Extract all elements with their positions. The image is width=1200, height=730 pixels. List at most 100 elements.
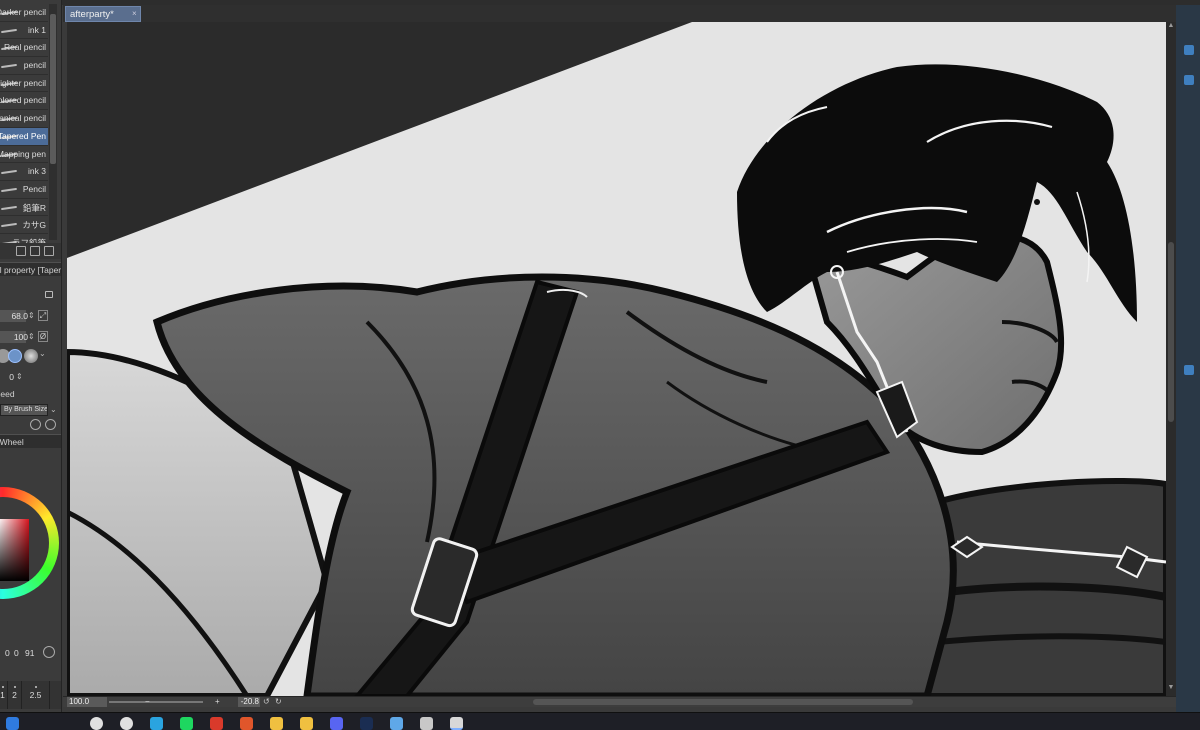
brightness-value: 91 [25, 648, 35, 658]
stabilization-stepper-icon[interactable]: ⇕ [16, 372, 23, 381]
brush-item-label: Pencil [22, 183, 46, 194]
opacity-pressure-icon[interactable]: Ø [38, 331, 48, 342]
chevron-down-icon[interactable]: ⌄ [50, 405, 57, 414]
size-preset[interactable]: 2.5 [22, 681, 50, 709]
antialias-weak-icon[interactable] [8, 349, 22, 363]
brush-list: Darker pencil ink 1 Real pencil pencil Light… [0, 4, 48, 252]
brush-item-label: ink 3 [28, 166, 46, 177]
close-icon[interactable]: × [132, 9, 137, 18]
tab-title: afterparty* [70, 9, 114, 20]
brush-item[interactable]: pencil [0, 57, 48, 75]
app-gray-icon[interactable] [420, 717, 433, 730]
brush-stroke-preview-icon [0, 170, 18, 175]
chrome-icon[interactable] [120, 717, 133, 730]
opacity-value[interactable]: 100 [6, 332, 28, 342]
app-orange-icon[interactable] [240, 717, 253, 730]
brush-item[interactable]: 鉛筆R [0, 199, 48, 217]
zoom-out-button[interactable]: − [145, 697, 150, 706]
brush-list-scrollbar[interactable] [49, 4, 57, 240]
photoshop-icon[interactable] [360, 717, 373, 730]
discord-icon[interactable] [330, 717, 343, 730]
folder-icon[interactable] [270, 717, 283, 730]
windows-icon[interactable] [6, 717, 19, 730]
brush-item[interactable]: Darker pencil [0, 4, 48, 22]
brush-item[interactable]: ink 3 [0, 163, 48, 181]
brush-size-value[interactable]: 68.0 [6, 311, 28, 321]
brush-item[interactable]: mechanical pencil [0, 110, 48, 128]
tab-afterparty[interactable]: afterparty* × [65, 6, 141, 22]
brush-item[interactable]: Real pencil [0, 39, 48, 58]
clip-studio-icon[interactable] [450, 717, 463, 730]
spotify-icon[interactable] [180, 717, 193, 730]
size-preset[interactable]: 1 [0, 681, 8, 709]
telegram-icon[interactable] [150, 717, 163, 730]
pressure-toggle-icon[interactable]: ⤢ [38, 310, 48, 321]
rotate-right-icon[interactable]: ↻ [275, 697, 282, 706]
clip-studio-window: Darker pencil ink 1 Real pencil pencil Light… [0, 0, 1200, 730]
speed-select[interactable]: By Brush Size [0, 404, 48, 416]
panel-icon[interactable] [1184, 75, 1194, 85]
opacity-row[interactable]: 100 ⇕ Ø [0, 328, 61, 346]
rotation-field[interactable]: -20.8 [238, 697, 260, 707]
stabilization-value[interactable]: 0 [0, 372, 14, 382]
files-icon[interactable] [300, 717, 313, 730]
settings-icon[interactable] [30, 419, 41, 430]
hsv-values: 0 0 91 [0, 646, 61, 660]
pen-icon[interactable] [390, 717, 403, 730]
add-brush-icon[interactable] [16, 246, 26, 256]
brush-size-stepper-icon[interactable]: ⇕ [28, 311, 35, 320]
delete-brush-icon[interactable] [44, 246, 54, 256]
scroll-down-icon[interactable]: ▼ [1166, 684, 1176, 691]
brush-item-label: Lighter pencil [0, 77, 46, 88]
left-panel: Darker pencil ink 1 Real pencil pencil Light… [0, 0, 62, 712]
brush-item-label: カサG [22, 220, 46, 231]
brush-item[interactable]: Tapered Pen [0, 127, 48, 146]
windows-taskbar [0, 712, 1200, 730]
antialias-strong-icon[interactable] [24, 349, 38, 363]
brush-item-label: 鉛筆R [22, 202, 46, 213]
search-icon[interactable] [90, 717, 103, 730]
canvas-horizontal-scrollbar[interactable] [533, 699, 913, 705]
brush-item-label: Real pencil [3, 42, 46, 53]
brush-item-label: Darker pencil [0, 7, 46, 17]
brush-tools-row [0, 243, 61, 259]
zoom-field[interactable]: 100.0 [67, 697, 107, 707]
brush-item-label: Tapered Pen [0, 130, 46, 141]
panel-icon[interactable] [1184, 45, 1194, 55]
artwork [67, 22, 1166, 696]
brush-stroke-preview-icon [0, 187, 18, 192]
scroll-up-icon[interactable]: ▲ [1166, 22, 1176, 29]
browser-icon[interactable] [210, 717, 223, 730]
zoom-slider[interactable] [109, 701, 203, 703]
panel-icon[interactable] [1184, 365, 1194, 375]
brush-item[interactable]: Colored pencil [0, 92, 48, 111]
size-preset[interactable]: 2 [8, 681, 22, 709]
brush-item[interactable]: Lighter pencil [0, 75, 48, 93]
brush-item[interactable]: Mapping pen [0, 146, 48, 164]
lock-icon[interactable] [45, 291, 53, 298]
brush-item[interactable]: Pencil [0, 181, 48, 199]
scroll-thumb[interactable] [50, 14, 56, 164]
stabilization-row[interactable]: 0 ⇕ [0, 368, 61, 386]
brush-item-label: pencil [23, 60, 46, 71]
opacity-stepper-icon[interactable]: ⇕ [28, 332, 35, 341]
brush-size-presets: 1 2 2.5 [0, 681, 61, 709]
speed-label: Speed [0, 389, 15, 399]
drawing-canvas[interactable] [67, 22, 1166, 696]
saturation-value-square[interactable] [0, 519, 29, 581]
brush-size-row[interactable]: 68.0 ⇕ ⤢ [0, 307, 61, 325]
rotate-left-icon[interactable]: ↺ [263, 697, 270, 706]
brush-item[interactable]: ink 1 [0, 22, 48, 40]
brush-stroke-preview-icon [0, 223, 18, 228]
color-mode-icon[interactable] [43, 646, 55, 658]
chevron-down-icon[interactable]: ⌄ [39, 349, 46, 358]
saturation-value: 0 [14, 648, 19, 658]
tool-detail-icon[interactable] [45, 419, 56, 430]
tool-property-title: Tool property [Tapered Pen] [0, 265, 62, 275]
copy-brush-icon[interactable] [30, 246, 40, 256]
scroll-thumb[interactable] [1168, 242, 1174, 422]
canvas-vertical-scrollbar[interactable]: ▲ ▼ [1166, 22, 1176, 696]
brush-item[interactable]: カサG [0, 216, 48, 234]
tool-property-header: Tool property [Tapered Pen] [0, 262, 62, 276]
zoom-in-button[interactable]: + [215, 697, 220, 706]
